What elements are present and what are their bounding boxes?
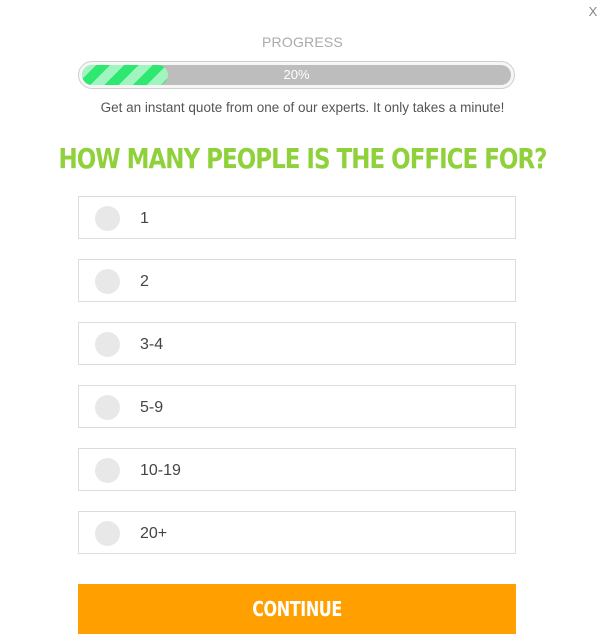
option-10-19[interactable]: 10-19 [78,448,516,491]
option-5-9[interactable]: 5-9 [78,385,516,428]
continue-label: CONTINUE [252,597,342,621]
radio-button[interactable] [95,458,120,483]
option-label: 3-4 [140,336,164,353]
progress-label: PROGRESS [262,34,343,50]
option-label: 10-19 [140,462,181,479]
option-label: 5-9 [140,399,164,416]
close-icon: X [588,4,598,19]
progress-track: 20% [82,65,511,85]
radio-button[interactable] [95,521,120,546]
progress-percent: 20% [283,67,310,82]
option-3-4[interactable]: 3-4 [78,322,516,365]
option-20-plus[interactable]: 20+ [78,511,516,554]
close-button[interactable]: X [585,4,601,20]
option-label: 1 [140,210,149,227]
radio-button[interactable] [95,269,120,294]
quote-modal: X PROGRESS 20% Get an instant quote from… [0,0,605,641]
subtitle: Get an instant quote from one of our exp… [100,100,505,115]
radio-button[interactable] [95,206,120,231]
question-heading: HOW MANY PEOPLE IS THE OFFICE FOR? [58,142,547,175]
radio-button[interactable] [95,395,120,420]
option-label: 20+ [140,525,168,542]
continue-button[interactable]: CONTINUE [78,584,516,634]
option-2[interactable]: 2 [78,259,516,302]
progress-bar: 20% [78,61,515,89]
option-1[interactable]: 1 [78,196,516,239]
option-label: 2 [140,273,149,290]
options-list: 1 2 3-4 5-9 10-19 20+ [78,196,516,574]
radio-button[interactable] [95,332,120,357]
